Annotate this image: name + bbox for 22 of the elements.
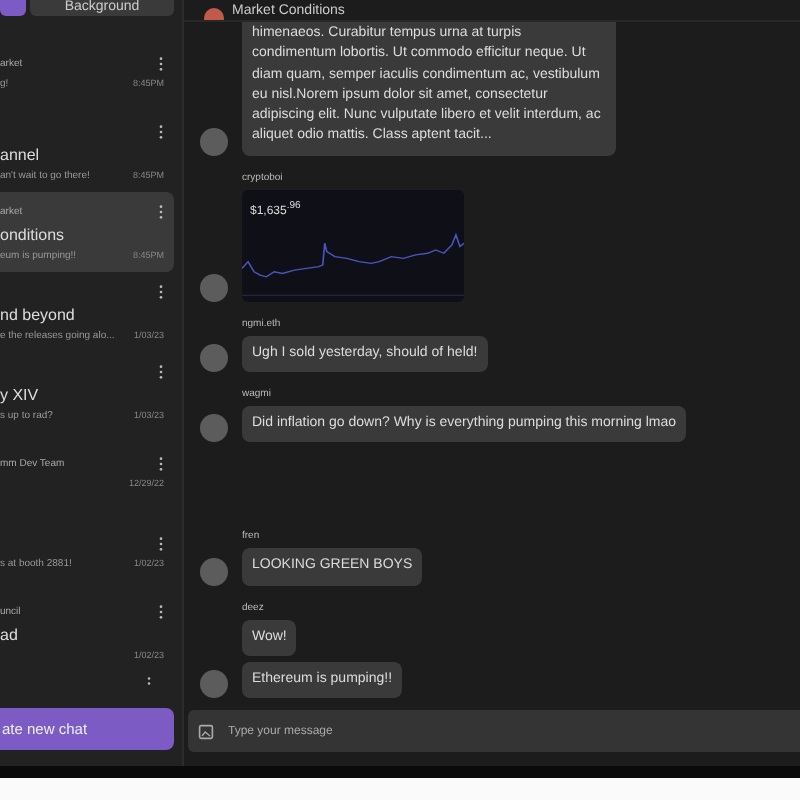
more-icon[interactable] xyxy=(158,203,164,219)
chat-title: ad xyxy=(0,626,20,644)
tab[interactable] xyxy=(0,0,26,16)
avatar-icon xyxy=(200,670,228,699)
avatar-icon xyxy=(200,273,228,302)
chat-title: annel xyxy=(0,145,42,163)
more-icon[interactable] xyxy=(158,123,164,139)
avatar-icon xyxy=(200,127,228,156)
chat-title: y XIV xyxy=(0,385,41,403)
more-icon[interactable] xyxy=(158,283,164,299)
avatar-icon xyxy=(200,344,228,372)
more-icon[interactable] xyxy=(158,604,164,620)
avatar-icon xyxy=(200,414,228,443)
avatar-icon xyxy=(200,557,228,586)
more-icon[interactable] xyxy=(158,363,164,379)
chat-title: onditions xyxy=(0,225,67,243)
more-icon[interactable] xyxy=(158,535,164,551)
chat-title: nd beyond xyxy=(0,305,77,323)
image-icon[interactable] xyxy=(198,723,214,740)
more-icon[interactable] xyxy=(158,55,164,71)
more-icon[interactable] xyxy=(146,676,152,686)
more-icon[interactable] xyxy=(158,456,164,472)
